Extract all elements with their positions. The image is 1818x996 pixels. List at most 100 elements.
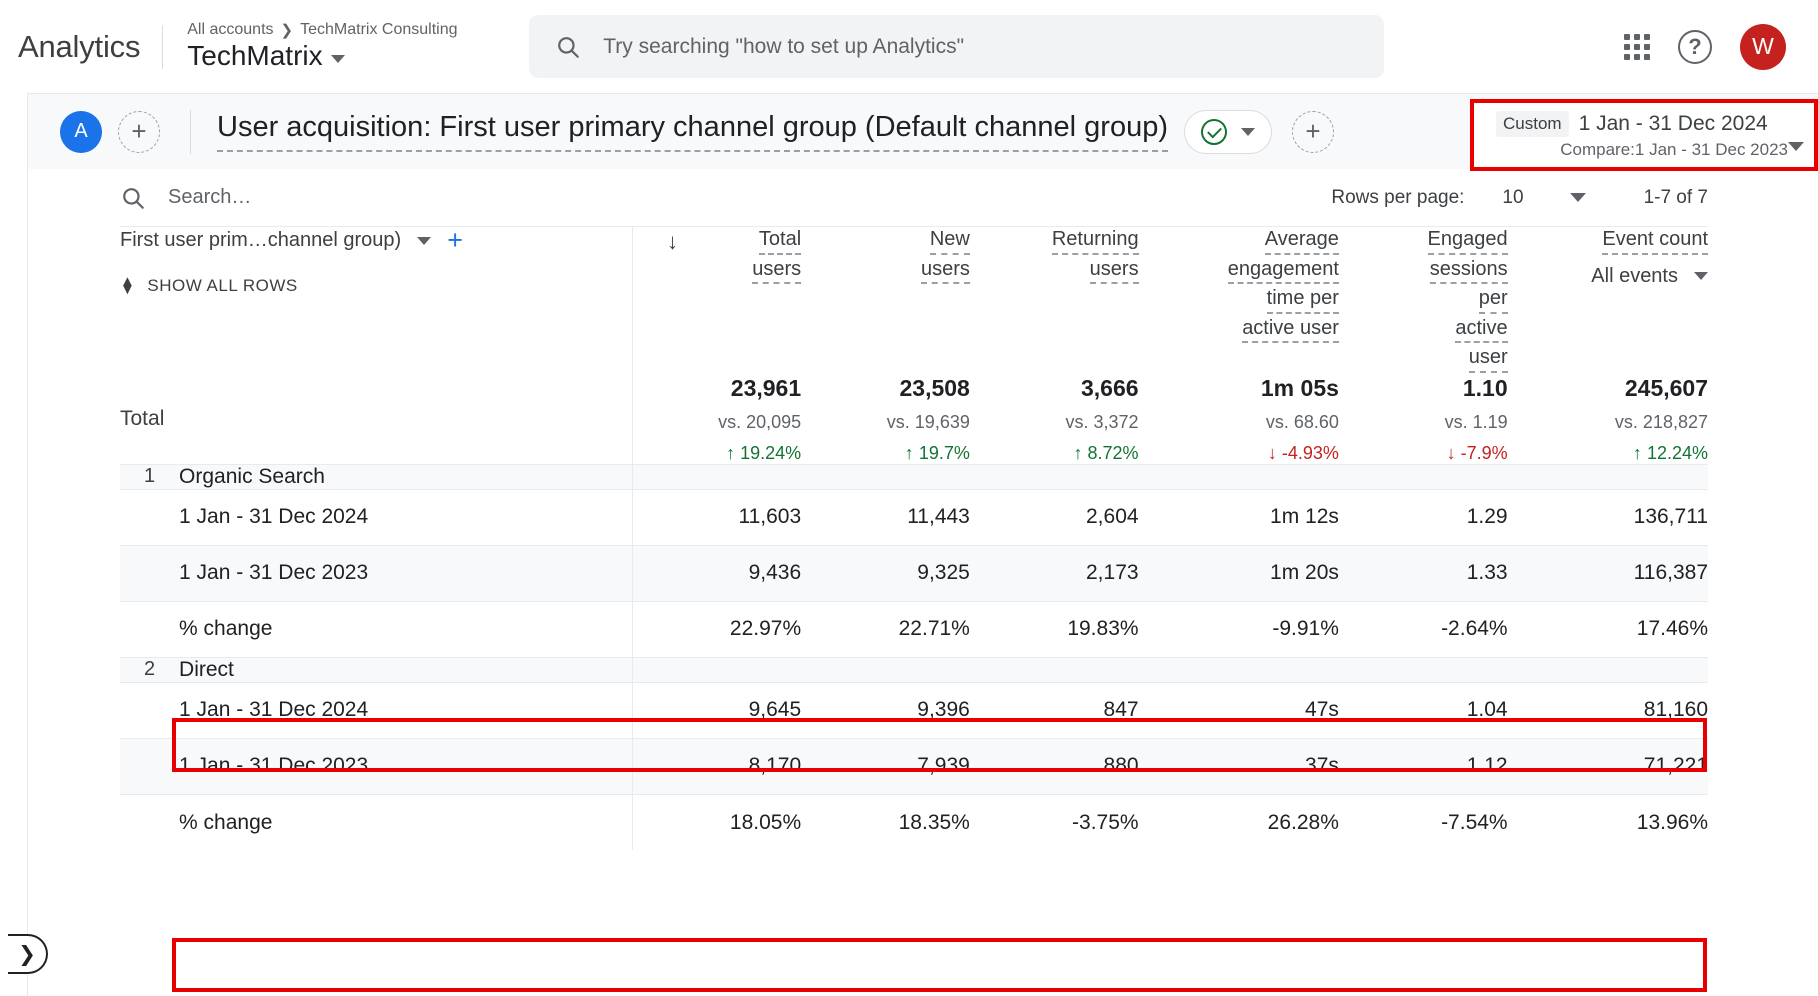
col-line2: users — [752, 257, 802, 285]
table-row[interactable]: 1 Jan - 31 Dec 2023 9,436 9,325 2,173 1m… — [120, 544, 1708, 602]
total-cell-avg-engagement-time: 1m 05s vs. 68.60 ↓ -4.93% — [1139, 375, 1339, 465]
date-range-selector[interactable]: Custom 1 Jan - 31 Dec 2024 Compare:1 Jan… — [1470, 99, 1818, 171]
cell-engaged-sessions: -2.64% — [1338, 600, 1508, 658]
add-dimension-icon[interactable]: + — [447, 227, 463, 254]
table-row[interactable]: 1 Jan - 31 Dec 2023 8,170 7,939 880 37s … — [120, 737, 1708, 795]
table-group-row[interactable]: 1 Organic Search — [120, 463, 1708, 490]
cell-new-users: 18.35% — [801, 793, 970, 851]
global-search-bar[interactable]: Try searching "how to set up Analytics" — [529, 15, 1385, 78]
row-label: 1 Jan - 31 Dec 2024 — [179, 681, 633, 739]
chevron-down-icon[interactable] — [417, 236, 432, 245]
col-line2: engagement — [1227, 257, 1339, 285]
cell-total-users: 8,170 — [631, 737, 802, 795]
cell-avg-engagement-time: 26.28% — [1138, 793, 1339, 851]
cell-returning-users: 847 — [969, 681, 1139, 739]
cell-engaged-sessions: 1.12 — [1338, 737, 1508, 795]
insights-status-chip[interactable] — [1184, 109, 1272, 154]
column-header-avg-engagement-time[interactable]: Average engagement time per active user — [1139, 227, 1339, 375]
col-line3: per — [1478, 286, 1508, 314]
table-row[interactable]: 1 Jan - 31 Dec 2024 11,603 11,443 2,604 … — [120, 488, 1708, 546]
breadcrumb-account-name[interactable]: TechMatrix Consulting — [300, 21, 457, 39]
apps-grid-icon[interactable] — [1624, 33, 1650, 60]
total-cell-engaged-sessions: 1.10 vs. 1.19 ↓ -7.9% — [1339, 375, 1508, 465]
cell-new-users: 9,325 — [801, 544, 970, 602]
column-header-engaged-sessions-per-active-user[interactable]: Engaged sessions per active user — [1339, 227, 1508, 375]
expand-nav-button[interactable]: ❯ — [8, 934, 48, 974]
cell-engaged-sessions: 1.33 — [1338, 544, 1508, 602]
page-title[interactable]: User acquisition: First user primary cha… — [217, 111, 1168, 152]
total-compare: vs. 20,095 — [718, 411, 802, 432]
rows-per-page-control[interactable]: Rows per page: 10 1-7 of 7 — [1331, 187, 1708, 209]
table-row-percent-change[interactable]: % change 22.97% 22.71% 19.83% -9.91% -2.… — [120, 600, 1708, 658]
dimension-header-cell: First user prim…channel group) + ▲ ▼ SHOW… — [120, 227, 632, 375]
search-icon — [558, 36, 580, 58]
col-line1: Returning — [1051, 227, 1139, 255]
total-cell-event-count: 245,607 vs. 218,827 ↑ 12.24% — [1508, 375, 1708, 465]
help-icon[interactable]: ? — [1678, 29, 1712, 64]
account-selector[interactable]: All accounts ❯ TechMatrix Consulting Tec… — [187, 21, 507, 72]
total-cell-returning-users: 3,666 vs. 3,372 ↑ 8.72% — [970, 375, 1139, 465]
row-index: 1 — [120, 463, 180, 490]
row-label: % change — [179, 793, 633, 851]
event-count-filter-value[interactable]: All events — [1591, 265, 1678, 288]
cell-avg-engagement-time: 37s — [1138, 737, 1339, 795]
breadcrumb-chevron-icon: ❯ — [280, 22, 294, 39]
column-header-new-users[interactable]: New users — [801, 227, 970, 375]
cell-total-users: 22.97% — [631, 600, 802, 658]
table-row[interactable]: 1 Jan - 31 Dec 2024 9,645 9,396 847 47s … — [120, 681, 1708, 739]
column-header-event-count[interactable]: Event count All events — [1508, 227, 1708, 375]
breadcrumb[interactable]: All accounts ❯ TechMatrix Consulting — [187, 21, 507, 39]
row-label: 1 Jan - 31 Dec 2023 — [179, 544, 633, 602]
cell-total-users: 18.05% — [631, 793, 802, 851]
cell-avg-engagement-time: 1m 12s — [1138, 488, 1339, 546]
table-group-row[interactable]: 2 Direct — [120, 656, 1708, 683]
column-header-total-users[interactable]: ↓ Total users — [631, 227, 802, 375]
total-cell-new-users: 23,508 vs. 19,639 ↑ 19.7% — [801, 375, 970, 465]
row-label: 1 Jan - 31 Dec 2023 — [179, 737, 633, 795]
report-header: A + User acquisition: First user primary… — [0, 93, 1818, 171]
sort-descending-icon[interactable]: ↓ — [667, 229, 678, 255]
add-filter-button[interactable]: + — [1292, 110, 1334, 153]
cell-engaged-sessions: 1.04 — [1338, 681, 1508, 739]
cell-returning-users: -3.75% — [969, 793, 1139, 851]
global-search-input[interactable]: Try searching "how to set up Analytics" — [603, 35, 964, 59]
cell-returning-users: 19.83% — [969, 600, 1139, 658]
avatar[interactable]: W — [1740, 23, 1786, 70]
report-table: First user prim…channel group) + ▲ ▼ SHOW… — [120, 227, 1708, 851]
divider — [162, 24, 164, 69]
group-name[interactable]: Organic Search — [179, 463, 633, 490]
page-range-label: 1-7 of 7 — [1643, 186, 1708, 208]
table-search-input[interactable]: Search… — [168, 186, 251, 209]
cell-returning-users: 2,604 — [969, 488, 1139, 546]
chevron-down-icon[interactable] — [1569, 193, 1586, 202]
table-header-row: First user prim…channel group) + ▲ ▼ SHOW… — [120, 227, 1708, 375]
dimension-name[interactable]: First user prim…channel group) — [120, 229, 401, 252]
comparison-badge-a[interactable]: A — [60, 110, 102, 153]
group-name[interactable]: Direct — [179, 656, 633, 683]
total-row: Total 23,961 vs. 20,095 ↑ 19.24% 23,508 … — [120, 374, 1708, 465]
highlight-box-percent-change-direct — [172, 938, 1707, 992]
table-row-percent-change[interactable]: % change 18.05% 18.35% -3.75% 26.28% -7.… — [120, 793, 1708, 851]
show-all-rows-button[interactable]: ▲ ▼ SHOW ALL ROWS — [120, 272, 632, 298]
table-toolbar: Search… Rows per page: 10 1-7 of 7 — [120, 169, 1708, 227]
cell-event-count: 17.46% — [1507, 600, 1708, 658]
rows-per-page-value[interactable]: 10 — [1502, 187, 1523, 209]
row-index: 2 — [120, 656, 180, 683]
row-label: 1 Jan - 31 Dec 2024 — [179, 488, 633, 546]
cell-avg-engagement-time: 47s — [1138, 681, 1339, 739]
chevron-down-icon[interactable] — [1241, 127, 1255, 136]
cell-event-count: 71,221 — [1507, 737, 1708, 795]
analytics-logo[interactable]: Analytics — [18, 29, 162, 65]
add-comparison-button[interactable]: + — [118, 110, 160, 153]
total-compare: vs. 1.19 — [1444, 411, 1508, 432]
property-name[interactable]: TechMatrix — [187, 40, 322, 72]
chevron-down-icon[interactable] — [330, 55, 345, 63]
left-nav-rail — [0, 93, 28, 996]
col-line1: New — [929, 227, 970, 255]
column-header-returning-users[interactable]: Returning users — [970, 227, 1139, 375]
cell-engaged-sessions: -7.54% — [1338, 793, 1508, 851]
chevron-down-icon[interactable] — [1694, 272, 1708, 281]
breadcrumb-all-accounts[interactable]: All accounts — [187, 21, 273, 39]
expand-rows-icon: ▲ ▼ — [120, 272, 136, 298]
chevron-down-icon[interactable] — [1788, 142, 1804, 151]
